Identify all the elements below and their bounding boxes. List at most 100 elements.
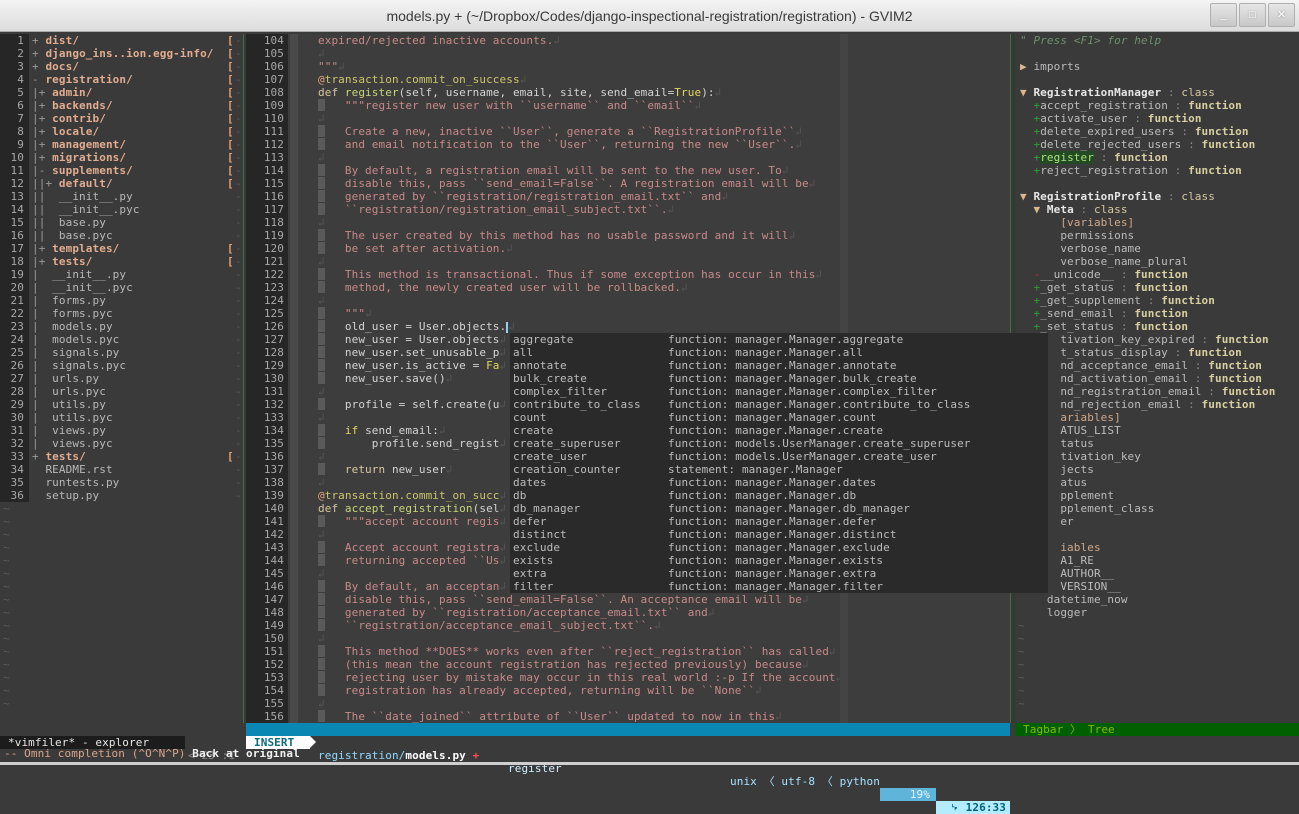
tree-row[interactable]: 2 + django_ins..ion.egg-info/ [-: [0, 47, 243, 60]
tree-entry[interactable]: + dist/: [32, 34, 79, 47]
tag-row[interactable]: nd_registration_email : function: [1015, 385, 1299, 398]
tree-row[interactable]: 12 ||+ default/ [-: [0, 177, 243, 190]
code-text[interactable]: [318, 697, 325, 710]
code-line[interactable]: 108 def register(self, username, email, s…: [246, 86, 1010, 99]
tree-row[interactable]: 19 | __init__.py -: [0, 268, 243, 281]
tag-row[interactable]: jects: [1015, 463, 1299, 476]
directory-name[interactable]: backends/: [52, 99, 113, 112]
tree-entry[interactable]: | models.pyc: [32, 333, 119, 346]
tree-row[interactable]: 9 |+ management/ [-: [0, 138, 243, 151]
tree-row[interactable]: 4- registration/[-: [0, 73, 243, 86]
completion-item[interactable]: exclude function: manager.Manager.exclude: [510, 541, 1048, 554]
tree-entry[interactable]: | views.py: [32, 424, 106, 437]
tag-row[interactable]: [1015, 528, 1299, 541]
completion-item[interactable]: create_user function: models.UserManager.…: [510, 450, 1048, 463]
code-text[interactable]: The user created by this method has no u…: [318, 229, 795, 242]
tree-entry[interactable]: | forms.py: [32, 294, 106, 307]
tree-row[interactable]: 32 | views.pyc -: [0, 437, 243, 450]
code-text[interactable]: def register(self, username, email, site…: [318, 86, 721, 99]
code-text[interactable]: Accept account registra: [318, 541, 506, 554]
tag-row[interactable]: AUTHOR__: [1015, 567, 1299, 580]
file-name[interactable]: forms.pyc: [52, 307, 113, 320]
completion-item[interactable]: exists function: manager.Manager.exists: [510, 554, 1048, 567]
code-line[interactable]: 112 and email notification to the ``User…: [246, 138, 1010, 151]
code-text[interactable]: disable this, pass ``send_email=False``.…: [318, 177, 815, 190]
tag-row[interactable]: verbose_name_plural: [1015, 255, 1299, 268]
tree-row[interactable]: 33 + tests/ [-: [0, 450, 243, 463]
code-line[interactable]: 104 expired/rejected inactive accounts.: [246, 34, 1010, 47]
tree-entry[interactable]: |+ migrations/: [32, 151, 126, 164]
tree-entry[interactable]: || base.pyc: [32, 229, 113, 242]
tree-row[interactable]: 16 || base.pyc -: [0, 229, 243, 242]
file-name[interactable]: signals.py: [52, 346, 119, 359]
tag-row[interactable]: tivation_key_expired : function: [1015, 333, 1299, 346]
code-text[interactable]: rejecting user by mistake may occur in t…: [318, 671, 842, 684]
file-name[interactable]: models.py: [52, 320, 113, 333]
tree-row[interactable]: 35 runtests.py -: [0, 476, 243, 489]
split-separator[interactable]: [243, 34, 245, 723]
code-text[interactable]: ``registration/acceptance_email_subject.…: [318, 619, 661, 632]
tag-row[interactable]: nd_acceptance_email : function: [1015, 359, 1299, 372]
tree-entry[interactable]: | signals.py: [32, 346, 119, 359]
tag-row[interactable]: A1_RE: [1015, 554, 1299, 567]
code-text[interactable]: [318, 476, 325, 489]
tag-row[interactable]: ATUS_LIST: [1015, 424, 1299, 437]
file-name[interactable]: utils.py: [52, 398, 106, 411]
code-line[interactable]: 121: [246, 255, 1010, 268]
code-text[interactable]: return new_user: [318, 463, 452, 476]
code-text[interactable]: [318, 151, 325, 164]
code-line[interactable]: 109 """register new user with ``username…: [246, 99, 1010, 112]
tag-row[interactable]: ▼ RegistrationProfile : class: [1015, 190, 1299, 203]
file-name[interactable]: views.pyc: [52, 437, 113, 450]
completion-item[interactable]: distinct function: manager.Manager.distin…: [510, 528, 1048, 541]
tree-row[interactable]: 18 |+ tests/ [-: [0, 255, 243, 268]
tag-row[interactable]: atus: [1015, 476, 1299, 489]
code-text[interactable]: new_user.save(): [318, 372, 452, 385]
code-line[interactable]: 154 registration has already accepted, r…: [246, 684, 1010, 697]
tag-row[interactable]: tatus: [1015, 437, 1299, 450]
tree-entry[interactable]: + docs/: [32, 60, 79, 73]
tag-row[interactable]: er: [1015, 515, 1299, 528]
file-name[interactable]: __init__.py: [52, 268, 126, 281]
code-line[interactable]: 120 be set after activation.: [246, 242, 1010, 255]
code-line[interactable]: 105: [246, 47, 1010, 60]
tag-row[interactable]: t_status_display : function: [1015, 346, 1299, 359]
tag-row[interactable]: verbose_name: [1015, 242, 1299, 255]
code-line[interactable]: 156 The ``date_joined`` attribute of ``U…: [246, 710, 1010, 723]
completion-item[interactable]: complex_filter function: manager.Manager.…: [510, 385, 1048, 398]
completion-item[interactable]: creation_counter statement: manager.Manag…: [510, 463, 1048, 476]
tree-entry[interactable]: |+ contrib/: [32, 112, 106, 125]
code-text[interactable]: and email notification to the ``User``, …: [318, 138, 802, 151]
tree-row[interactable]: 36 setup.py -: [0, 489, 243, 502]
completion-item[interactable]: annotate function: manager.Manager.annota…: [510, 359, 1048, 372]
code-text[interactable]: old_user = User.objects.: [318, 320, 515, 333]
maximize-button[interactable]: □: [1239, 3, 1266, 27]
file-name[interactable]: runtests.py: [45, 476, 119, 489]
tree-entry[interactable]: | urls.py: [32, 372, 99, 385]
code-text[interactable]: [318, 294, 325, 307]
tree-entry[interactable]: + django_ins..ion.egg-info/: [32, 47, 214, 60]
tag-row[interactable]: +delete_rejected_users : function: [1015, 138, 1299, 151]
file-name[interactable]: base.pyc: [59, 229, 113, 242]
file-name[interactable]: __init__.pyc: [52, 281, 133, 294]
tree-row[interactable]: 1 + dist/ [-: [0, 34, 243, 47]
tagbar-panel[interactable]: " Press <F1> for help ▶ imports ▼ Registra…: [1013, 34, 1299, 723]
tree-row[interactable]: 24 | models.pyc -: [0, 333, 243, 346]
code-line[interactable]: 116 generated by ``registration/registra…: [246, 190, 1010, 203]
code-text[interactable]: (this mean the account registration has …: [318, 658, 809, 671]
code-text[interactable]: new_user.set_unusable_p: [318, 346, 506, 359]
code-text[interactable]: profile.send_regist: [318, 437, 506, 450]
command-line[interactable]: -- Omni completion (^O^N^P) Back at orig…: [4, 747, 300, 760]
tag-row[interactable]: +delete_expired_users : function: [1015, 125, 1299, 138]
file-name[interactable]: urls.py: [52, 372, 99, 385]
directory-name[interactable]: django_ins..ion.egg-info/: [45, 47, 213, 60]
tag-row[interactable]: permissions: [1015, 229, 1299, 242]
code-line[interactable]: 113: [246, 151, 1010, 164]
tag-row[interactable]: +_send_email : function: [1015, 307, 1299, 320]
tree-row[interactable]: 14 || __init__.pyc -: [0, 203, 243, 216]
tree-entry[interactable]: | signals.pyc: [32, 359, 126, 372]
tag-row[interactable]: ▼ RegistrationManager : class: [1015, 86, 1299, 99]
completion-item[interactable]: all function: manager.Manager.all: [510, 346, 1048, 359]
tag-row[interactable]: +_get_status : function: [1015, 281, 1299, 294]
directory-name[interactable]: templates/: [52, 242, 119, 255]
